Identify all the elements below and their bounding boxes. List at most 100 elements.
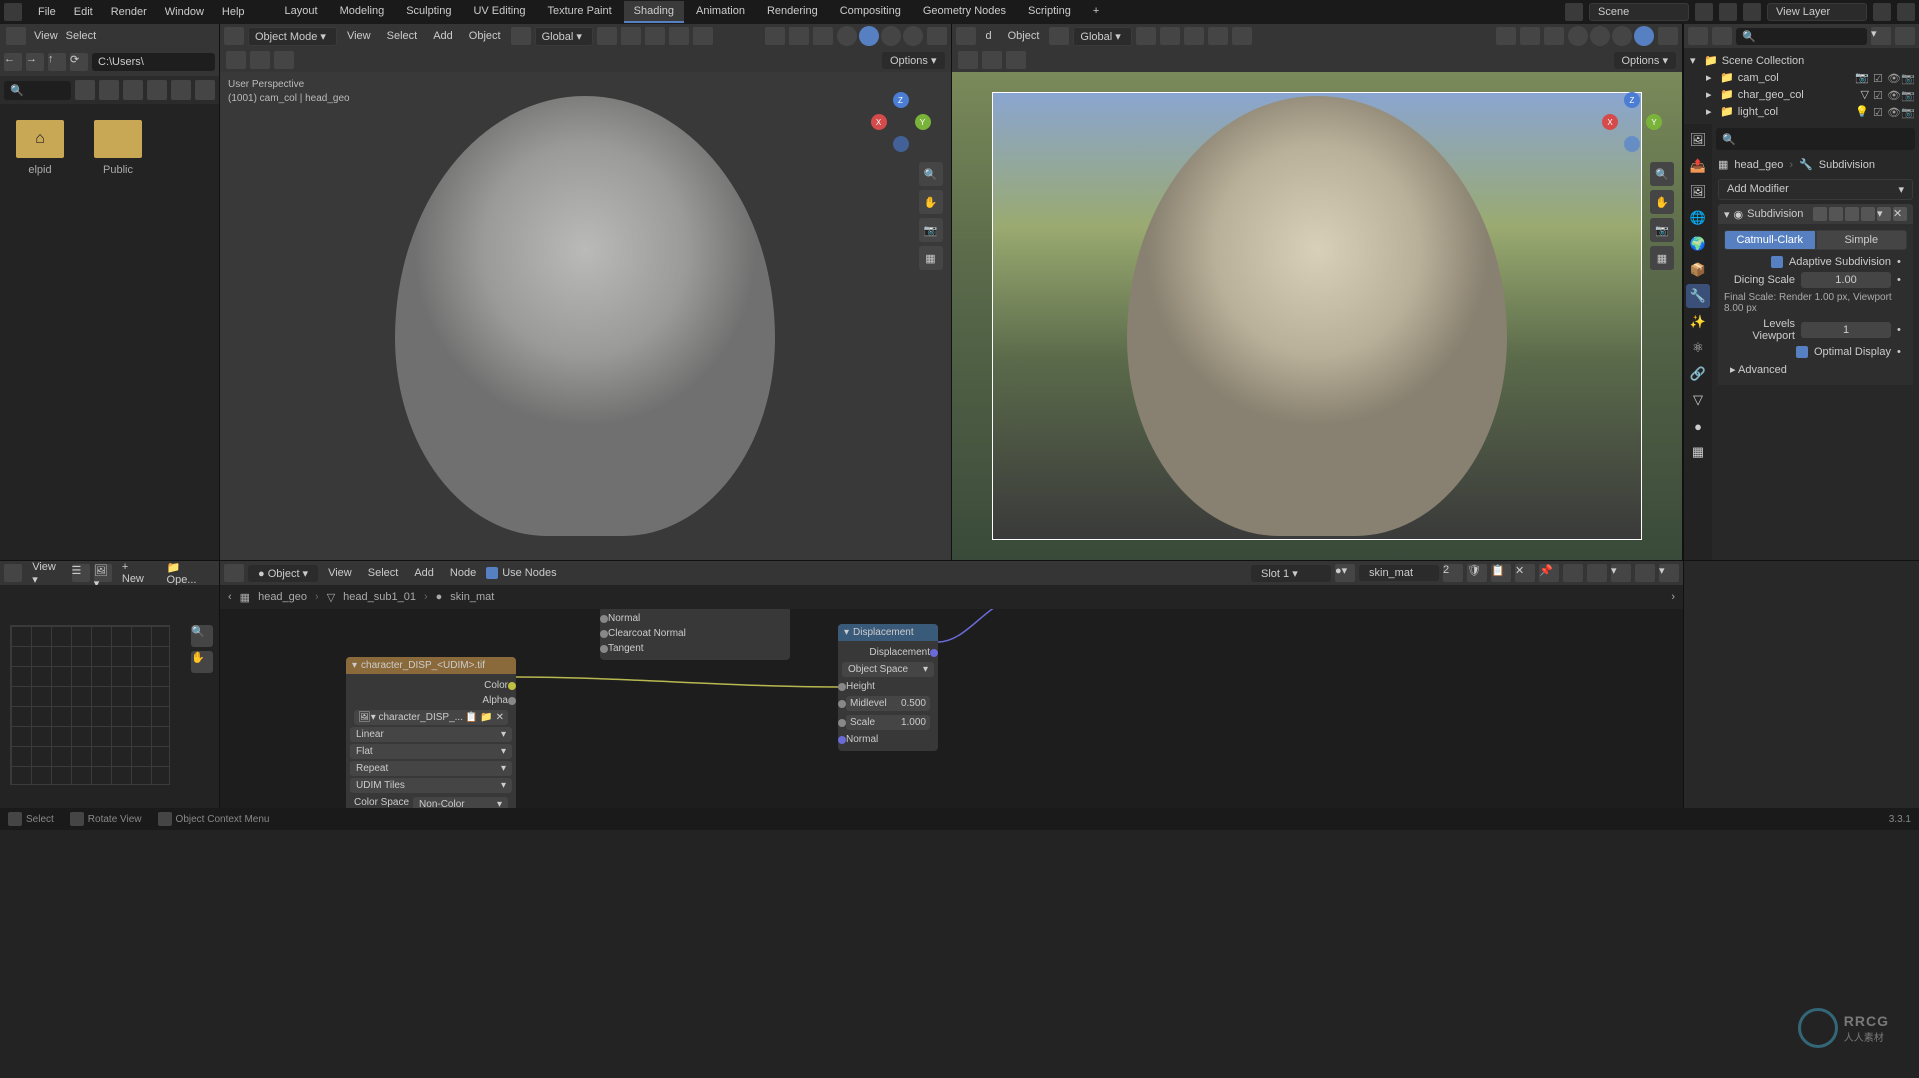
filter-icon[interactable]: ▾ [1871, 27, 1891, 45]
proportional-icon[interactable] [669, 27, 689, 45]
levels-viewport-field[interactable]: 1 [1801, 322, 1891, 338]
nav-gizmo[interactable]: Z X Y [1602, 92, 1662, 152]
snap-icon[interactable] [1160, 27, 1180, 45]
workspace-layout[interactable]: Layout [275, 1, 328, 23]
search-input[interactable]: 🔍 [4, 81, 71, 100]
workspace-shading[interactable]: Shading [624, 1, 684, 23]
vp-add-menu[interactable]: Add [427, 28, 459, 44]
render-menu[interactable]: Render [103, 2, 155, 22]
render-icon[interactable]: 📷 [1901, 89, 1913, 101]
extension-select[interactable]: Repeat▾ [350, 761, 512, 776]
socket-midlevel[interactable]: Midlevel0.500 [842, 694, 934, 713]
shade-rendered-icon[interactable] [1634, 26, 1654, 46]
material-pin-icon[interactable]: 📌 [1539, 564, 1559, 582]
fb-select-menu[interactable]: Select [66, 30, 97, 42]
exclude-icon[interactable]: ☑ [1873, 89, 1885, 101]
ne-node-menu[interactable]: Node [444, 565, 482, 581]
scene-icon[interactable] [1565, 3, 1583, 21]
vp-view-menu[interactable]: View [341, 28, 377, 44]
optimal-display-checkbox[interactable] [1796, 346, 1808, 358]
shade-wireframe-icon[interactable] [1568, 26, 1588, 46]
shader-type-select[interactable]: ● Object ▾ [248, 565, 318, 582]
ne-overlay-opts-icon[interactable]: ▾ [1659, 564, 1679, 582]
vp-select-menu[interactable]: Select [381, 28, 424, 44]
hide-icon[interactable]: 👁 [1887, 89, 1899, 101]
vp-d-menu[interactable]: d [980, 28, 998, 44]
workspace-texture[interactable]: Texture Paint [537, 1, 621, 23]
zoom-icon[interactable]: 🔍 [919, 162, 943, 186]
ie-new-button[interactable]: + New [116, 559, 157, 587]
socket-normal[interactable]: Normal [842, 732, 934, 747]
folder-item[interactable]: Public [94, 120, 142, 176]
add-modifier-dropdown[interactable]: Add Modifier▾ [1718, 179, 1913, 200]
socket-scale[interactable]: Scale1.000 [842, 713, 934, 732]
workspace-modeling[interactable]: Modeling [330, 1, 395, 23]
projection-select[interactable]: Flat▾ [350, 744, 512, 759]
mod-on-cage-icon[interactable] [1813, 207, 1827, 221]
gizmo-neg-z-icon[interactable] [893, 136, 909, 152]
nav-forward-icon[interactable]: → [26, 53, 44, 71]
mod-realtime-icon[interactable] [1845, 207, 1859, 221]
select-box-icon[interactable] [250, 51, 270, 69]
filter-icon[interactable] [171, 80, 191, 100]
ie-menu-icon[interactable]: ☰ [72, 564, 90, 582]
pivot-icon[interactable] [1136, 27, 1156, 45]
editor-type-icon[interactable] [224, 27, 244, 45]
xray-icon[interactable] [1544, 27, 1564, 45]
path-field[interactable]: C:\Users\ [92, 53, 215, 71]
display-thumb-icon[interactable] [99, 80, 119, 100]
use-nodes-checkbox[interactable] [486, 567, 498, 579]
viewlayer-name-field[interactable]: View Layer [1767, 3, 1867, 21]
viewport-solid[interactable]: Object Mode ▾ View Select Add Object Glo… [220, 24, 952, 560]
filebrowser-editor-type-icon[interactable] [6, 27, 26, 45]
ne-snap-opts-icon[interactable]: ▾ [1611, 564, 1631, 582]
orientation-icon[interactable] [1049, 27, 1069, 45]
gizmos-icon[interactable] [765, 27, 785, 45]
viewport-rendered[interactable]: d Object Global ▾ [952, 24, 1684, 560]
socket-tangent[interactable]: Tangent [604, 641, 786, 656]
ie-view-menu[interactable]: View ▾ [26, 559, 67, 588]
ne-add-menu[interactable]: Add [408, 565, 440, 581]
shade-material-icon[interactable] [881, 26, 901, 46]
node-editor-type-icon[interactable] [224, 564, 244, 582]
gizmo-x-icon[interactable]: X [871, 114, 887, 130]
gizmo-z-icon[interactable]: Z [893, 92, 909, 108]
bread-mat[interactable]: skin_mat [450, 591, 494, 603]
exclude-icon[interactable]: ☑ [1873, 72, 1885, 84]
outliner-scene-collection[interactable]: ▾📁 Scene Collection [1684, 52, 1919, 69]
bread-obj[interactable]: head_geo [258, 591, 307, 603]
mod-edit-mode-icon[interactable] [1829, 207, 1843, 221]
material-fake-user-icon[interactable]: 🛡 [1467, 564, 1487, 582]
socket-normal[interactable]: Normal [604, 611, 786, 626]
settings-gear-icon[interactable] [195, 80, 215, 100]
gizmo-neg-z-icon[interactable] [1624, 136, 1640, 152]
xray-icon[interactable] [813, 27, 833, 45]
overlays-icon[interactable] [789, 27, 809, 45]
workspace-rendering[interactable]: Rendering [757, 1, 828, 23]
perspective-icon[interactable]: ▦ [919, 246, 943, 270]
nav-refresh-icon[interactable]: ⟳ [70, 53, 88, 71]
modifier-header[interactable]: ▾◉ Subdivision ▾ ✕ [1718, 204, 1913, 224]
ie-image-icon[interactable]: 🖼▾ [94, 564, 112, 582]
socket-color-out[interactable]: Color [350, 678, 512, 693]
filter-dropdown-icon[interactable] [147, 80, 167, 100]
orientation-select[interactable]: Global ▾ [535, 27, 593, 46]
snap-opts-icon[interactable] [1184, 27, 1204, 45]
vp-object-menu[interactable]: Object [1002, 28, 1046, 44]
node-principled-bsdf[interactable]: Normal Clearcoat Normal Tangent [600, 609, 790, 660]
tab-modifier[interactable]: 🔧 [1686, 284, 1710, 308]
workspace-uv[interactable]: UV Editing [463, 1, 535, 23]
nav-up-icon[interactable]: ↑ [48, 53, 66, 71]
ne-snap-icon[interactable] [1587, 564, 1607, 582]
zoom-icon[interactable]: 🔍 [191, 625, 213, 647]
material-slot-select[interactable]: Slot 1 ▾ [1251, 565, 1331, 582]
scene-copy-icon[interactable] [1695, 3, 1713, 21]
tab-material[interactable]: ● [1686, 414, 1710, 438]
node-header[interactable]: ▾character_DISP_<UDIM>.tif [346, 657, 516, 674]
edit-menu[interactable]: Edit [66, 2, 101, 22]
snap-opts-icon[interactable] [645, 27, 665, 45]
outliner-search-input[interactable]: 🔍 [1736, 28, 1867, 45]
proportional-opts-icon[interactable] [693, 27, 713, 45]
proportional-opts-icon[interactable] [1232, 27, 1252, 45]
object-mode-select[interactable]: Object Mode ▾ [248, 27, 337, 46]
